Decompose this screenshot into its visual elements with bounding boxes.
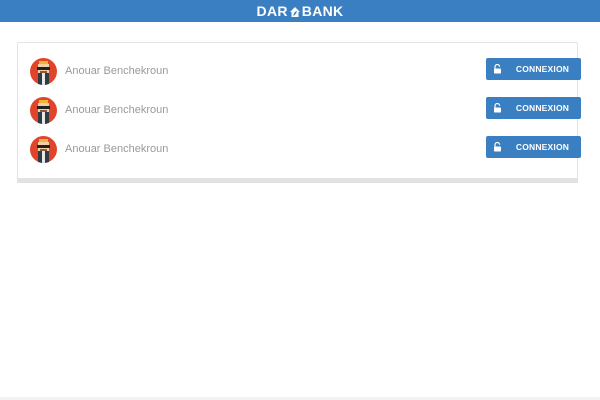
- logo-text-right: BANK: [301, 3, 344, 19]
- unlock-icon: [486, 136, 508, 158]
- account-row: Anouar Benchekroun CONNEXION: [30, 135, 581, 163]
- unlock-icon: [486, 97, 508, 119]
- connexion-button-label: CONNEXION: [515, 103, 570, 113]
- brand-logo[interactable]: DAR BANK: [0, 0, 600, 22]
- logo-text-left: DAR: [256, 3, 288, 19]
- user-name: Anouar Benchekroun: [65, 143, 169, 155]
- accounts-card: Anouar Benchekroun CONNEXION Anouar Benc…: [17, 42, 581, 179]
- user-name: Anouar Benchekroun: [65, 104, 169, 116]
- connexion-button-label: CONNEXION: [515, 64, 570, 74]
- connexion-button[interactable]: CONNEXION: [486, 58, 581, 80]
- user-name: Anouar Benchekroun: [65, 65, 169, 77]
- connexion-button-label: CONNEXION: [515, 142, 570, 152]
- connexion-button[interactable]: CONNEXION: [486, 136, 581, 158]
- card-footer-shadow: [17, 178, 578, 183]
- unlock-icon: [486, 58, 508, 80]
- account-row: Anouar Benchekroun CONNEXION: [30, 57, 581, 85]
- house-leaf-icon: [289, 5, 301, 17]
- avatar-icon: [30, 135, 57, 163]
- avatar-icon: [30, 57, 57, 85]
- account-row: Anouar Benchekroun CONNEXION: [30, 96, 581, 124]
- avatar-icon: [30, 96, 57, 124]
- connexion-button[interactable]: CONNEXION: [486, 97, 581, 119]
